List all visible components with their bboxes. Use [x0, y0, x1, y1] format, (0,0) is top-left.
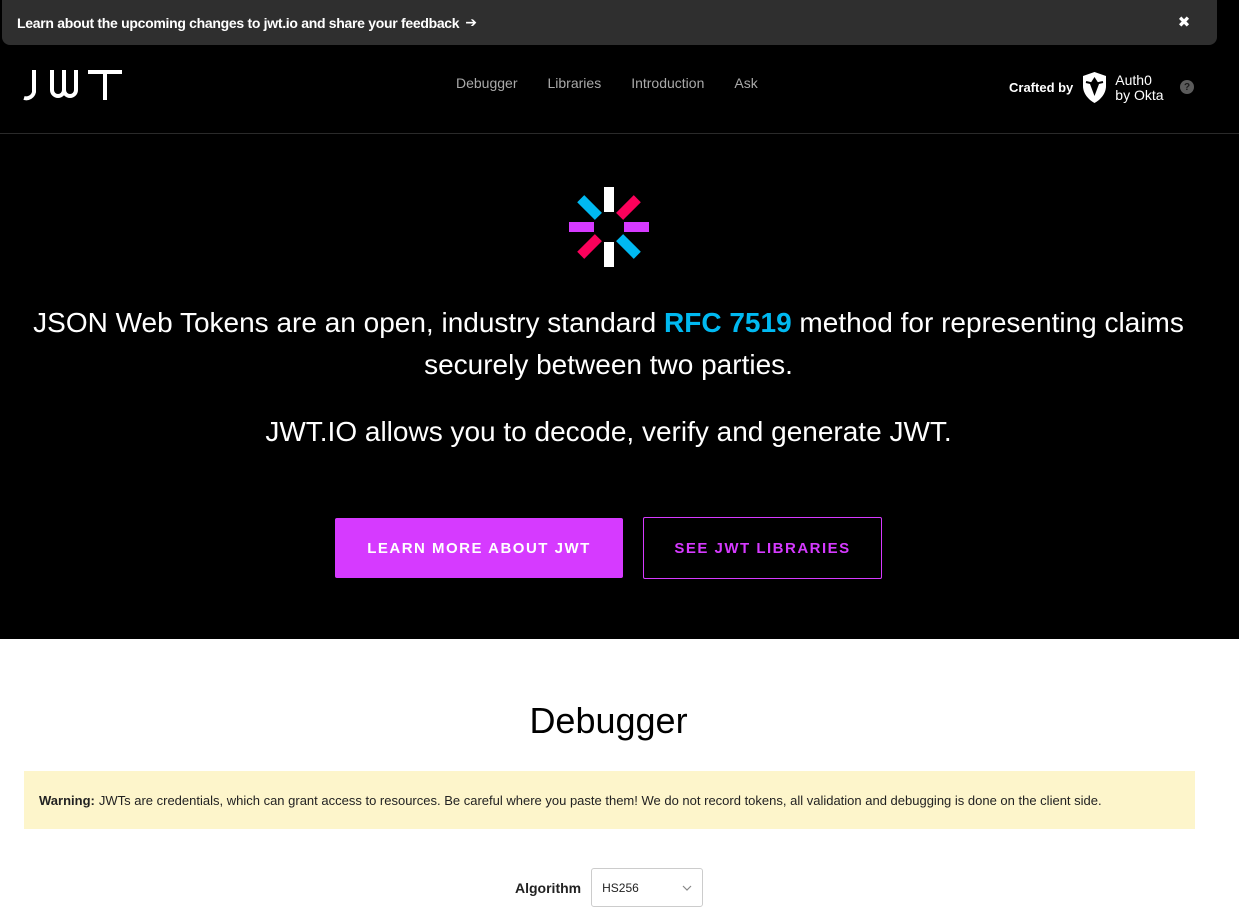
auth0-line1: Auth0: [1115, 71, 1152, 88]
hero-headline-start: JSON Web Tokens are an open, industry st…: [33, 307, 665, 338]
hero-subline: JWT.IO allows you to decode, verify and …: [265, 416, 952, 447]
jwt-flower-icon: [569, 187, 649, 267]
logo-petal: [577, 195, 602, 220]
help-icon[interactable]: ?: [1180, 80, 1194, 94]
debugger-title: Debugger: [529, 700, 688, 741]
algorithm-row: Algorithm HS256: [515, 868, 704, 907]
auth0-brand-link[interactable]: Auth0 by Okta: [1081, 71, 1164, 104]
logo-petal: [604, 187, 614, 212]
announcement-bar-wrapper: Learn about the upcoming changes to jwt.…: [0, 0, 1239, 46]
crafted-by: Crafted by Auth0 by Okta: [1009, 71, 1164, 104]
logo-petal: [577, 234, 602, 259]
nav-introduction[interactable]: Introduction: [631, 75, 704, 91]
logo-petal: [624, 222, 649, 232]
algorithm-label: Algorithm: [515, 879, 582, 896]
hero-section: JSON Web Tokens are an open, industry st…: [0, 134, 1239, 639]
warning-label: Warning:: [39, 792, 95, 808]
announcement-text: Learn about the upcoming changes to jwt.…: [17, 14, 460, 31]
nav-debugger[interactable]: Debugger: [456, 75, 518, 91]
announcement-bar: Learn about the upcoming changes to jwt.…: [2, 0, 1217, 45]
nav-ask[interactable]: Ask: [734, 75, 757, 91]
warning-text: JWTs are credentials, which can grant ac…: [98, 792, 1102, 808]
auth0-line2: by Okta: [1115, 86, 1164, 103]
logo-petal: [569, 222, 594, 232]
site-header: Debugger Libraries Introduction Ask Craf…: [0, 46, 1239, 134]
logo-petal: [616, 195, 641, 220]
close-icon[interactable]: ✖: [1175, 13, 1193, 31]
algorithm-value: HS256: [602, 880, 639, 895]
see-libraries-button[interactable]: SEE JWT LIBRARIES: [643, 517, 882, 579]
announcement-link[interactable]: Learn about the upcoming changes to jwt.…: [17, 14, 477, 31]
rfc-7519-link[interactable]: RFC 7519: [664, 307, 792, 338]
auth0-shield-icon: [1083, 72, 1107, 103]
logo-petal: [616, 234, 641, 259]
crafted-by-label: Crafted by: [1009, 80, 1074, 95]
logo-petal: [604, 242, 614, 267]
hero-headline: JSON Web Tokens are an open, industry st…: [0, 302, 1217, 386]
warning-banner: Warning: JWTs are credentials, which can…: [24, 771, 1195, 829]
auth0-text: Auth0 by Okta: [1115, 71, 1164, 103]
nav-libraries[interactable]: Libraries: [548, 75, 602, 91]
arrow-right-icon: ➔: [465, 14, 477, 30]
main-nav: Debugger Libraries Introduction Ask: [456, 75, 758, 91]
jwt-logo[interactable]: [22, 68, 126, 102]
learn-more-button[interactable]: LEARN MORE ABOUT JWT: [335, 518, 623, 578]
algorithm-select[interactable]: HS256: [591, 868, 704, 907]
chevron-down-icon: [682, 885, 692, 891]
